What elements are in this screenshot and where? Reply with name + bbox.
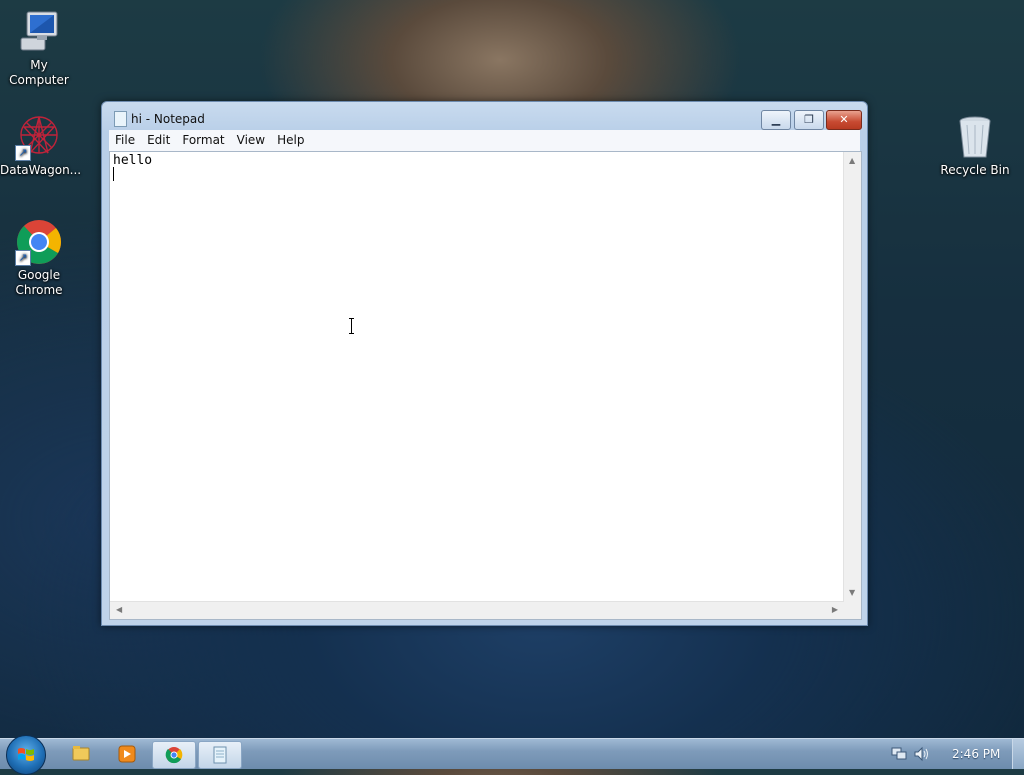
computer-icon xyxy=(15,8,63,56)
text-caret xyxy=(113,167,114,181)
resize-grip[interactable] xyxy=(844,602,861,619)
window-title: hi - Notepad xyxy=(131,112,205,126)
media-player-icon xyxy=(118,745,136,763)
volume-icon[interactable] xyxy=(913,746,931,762)
taskbar-notepad[interactable] xyxy=(198,741,242,769)
desktop-icon-recycle-bin[interactable]: Recycle Bin xyxy=(936,113,1014,178)
desktop-icon-datawagon[interactable]: ↗ DataWagon... xyxy=(0,113,82,178)
desktop-icon-label: Google Chrome xyxy=(15,268,63,297)
taskbar: 2:46 PM xyxy=(0,735,1024,775)
start-button[interactable] xyxy=(6,735,46,775)
menu-format[interactable]: Format xyxy=(176,130,230,151)
show-desktop-button[interactable] xyxy=(1012,739,1024,769)
scroll-right-arrow-icon[interactable]: ▶ xyxy=(832,605,838,615)
scroll-left-arrow-icon[interactable]: ◀ xyxy=(116,605,122,615)
scroll-down-arrow-icon[interactable]: ▼ xyxy=(849,588,855,598)
desktop-icon-label: Recycle Bin xyxy=(940,163,1010,177)
menu-bar: File Edit Format View Help xyxy=(109,130,860,152)
desktop-icon-my-computer[interactable]: My Computer xyxy=(0,8,78,88)
desktop-icon-label: My Computer xyxy=(9,58,69,87)
taskbar-clock[interactable]: 2:46 PM xyxy=(952,747,1000,761)
chrome-icon xyxy=(165,747,183,764)
menu-edit[interactable]: Edit xyxy=(141,130,176,151)
minimize-button[interactable]: ▁ xyxy=(761,110,791,130)
folder-icon xyxy=(72,746,90,761)
notepad-icon xyxy=(213,746,227,764)
text-editor[interactable]: hello ▲ ▼ ◀ ▶ xyxy=(109,151,862,620)
taskbar-chrome[interactable] xyxy=(152,741,196,769)
taskbar-media-player[interactable] xyxy=(106,741,148,767)
menu-view[interactable]: View xyxy=(231,130,271,151)
chrome-icon: ↗ xyxy=(15,218,63,266)
desktop-icon-google-chrome[interactable]: ↗ Google Chrome xyxy=(0,218,78,298)
text-cursor-icon xyxy=(349,318,354,334)
windows-logo-icon xyxy=(18,748,34,761)
vertical-scrollbar[interactable]: ▲ ▼ xyxy=(843,152,861,602)
desktop-icon-label: DataWagon... xyxy=(0,163,82,177)
recycle-bin-icon xyxy=(951,113,999,161)
title-bar[interactable]: hi - Notepad ▁ ❐ ✕ xyxy=(102,102,867,132)
menu-file[interactable]: File xyxy=(109,130,141,151)
close-button[interactable]: ✕ xyxy=(826,110,862,130)
network-icon[interactable] xyxy=(890,746,908,762)
notepad-icon xyxy=(114,111,127,127)
datawagon-icon: ↗ xyxy=(15,113,63,161)
menu-help[interactable]: Help xyxy=(271,130,310,151)
scroll-up-arrow-icon[interactable]: ▲ xyxy=(849,156,855,166)
shortcut-arrow-icon: ↗ xyxy=(15,250,31,266)
taskbar-explorer[interactable] xyxy=(60,741,102,767)
editor-content[interactable]: hello xyxy=(113,153,152,168)
notepad-window[interactable]: hi - Notepad ▁ ❐ ✕ File Edit Format View Hel… xyxy=(101,101,868,626)
horizontal-scrollbar[interactable]: ◀ ▶ xyxy=(110,601,844,619)
maximize-button[interactable]: ❐ xyxy=(794,110,824,130)
shortcut-arrow-icon: ↗ xyxy=(15,145,31,161)
